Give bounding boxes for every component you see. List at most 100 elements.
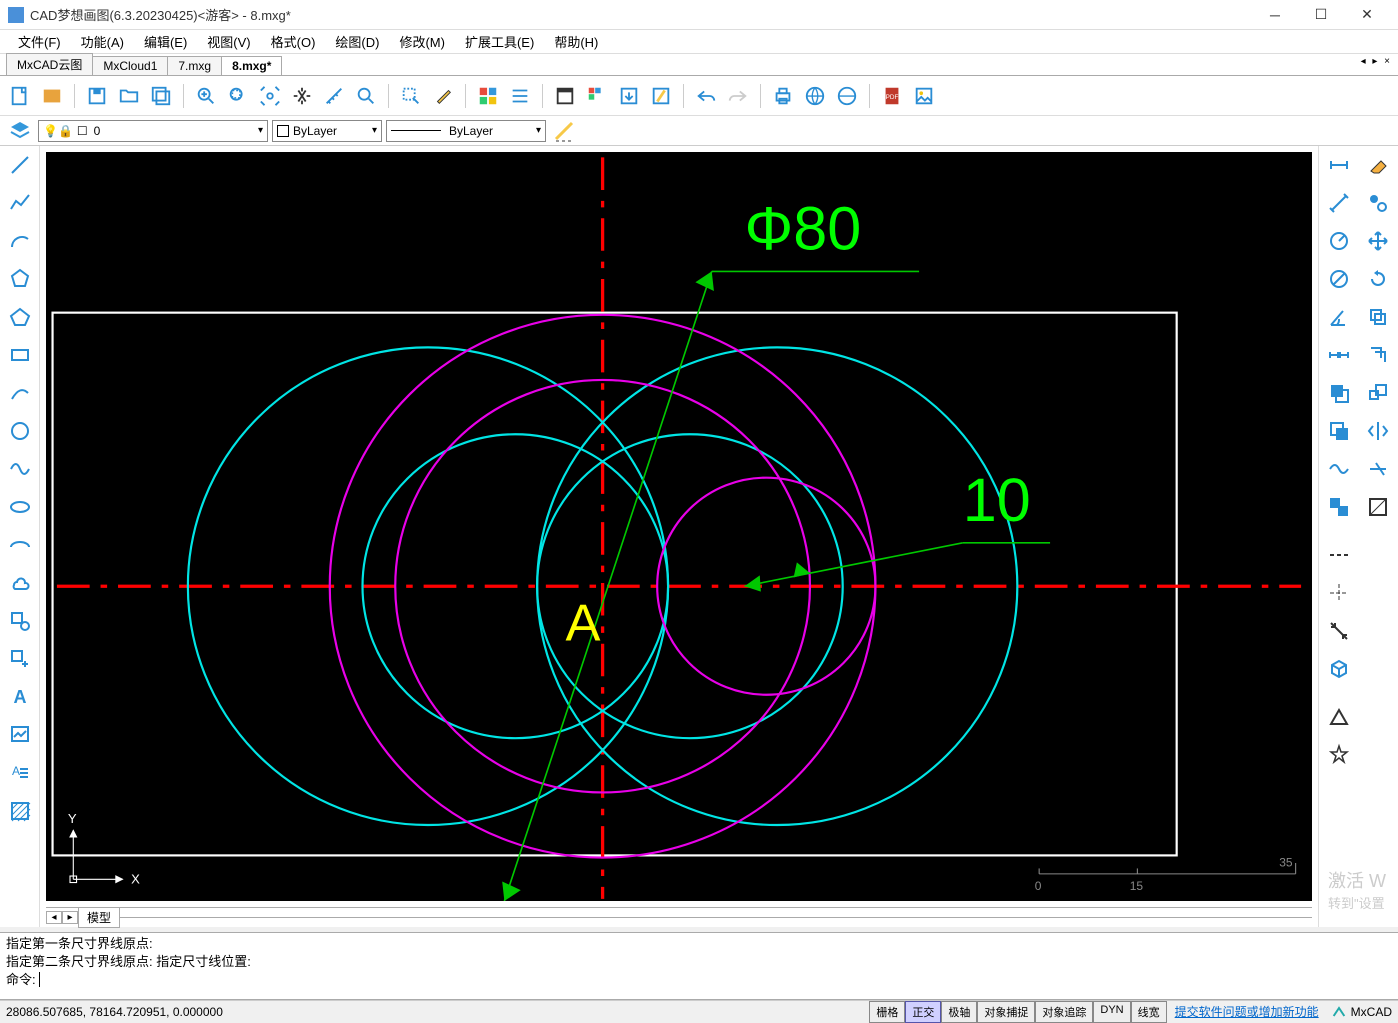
window-icon[interactable] <box>551 82 579 110</box>
mirror-icon[interactable] <box>1363 416 1393 446</box>
dim-angular-icon[interactable] <box>1324 302 1354 332</box>
undo-icon[interactable] <box>692 82 720 110</box>
model-tab[interactable]: 模型 <box>78 907 120 928</box>
model-tab-prev[interactable]: ◂ <box>46 911 62 924</box>
star-icon[interactable] <box>1324 740 1354 770</box>
triangle-icon[interactable] <box>1324 702 1354 732</box>
block-insert-icon[interactable] <box>5 606 35 636</box>
pan-icon[interactable] <box>288 82 316 110</box>
polygon-icon[interactable] <box>5 264 35 294</box>
scale-icon[interactable] <box>1363 378 1393 408</box>
open-cloud-icon[interactable] <box>38 82 66 110</box>
toggle-polar[interactable]: 极轴 <box>941 1001 977 1023</box>
offset2-icon[interactable] <box>1363 340 1393 370</box>
tab-1[interactable]: MxCloud1 <box>92 56 168 75</box>
spline-icon[interactable] <box>5 454 35 484</box>
drawing-canvas[interactable]: Φ80 10 A X Y <box>46 152 1312 901</box>
select-icon[interactable] <box>397 82 425 110</box>
toggle-otrack[interactable]: 对象追踪 <box>1035 1001 1093 1023</box>
save-icon[interactable] <box>83 82 111 110</box>
dim-linear-icon[interactable] <box>1324 150 1354 180</box>
measure-icon[interactable] <box>320 82 348 110</box>
image-attach-icon[interactable] <box>5 720 35 750</box>
trim-icon[interactable] <box>1363 454 1393 484</box>
mtext-icon[interactable]: A <box>5 758 35 788</box>
gradient-icon[interactable] <box>1363 492 1393 522</box>
circle-icon[interactable] <box>5 416 35 446</box>
pentagon-icon[interactable] <box>5 302 35 332</box>
ellipse-icon[interactable] <box>5 492 35 522</box>
tab-nav-arrows[interactable]: ◂ ▸ × <box>1361 56 1392 67</box>
menu-view[interactable]: 视图(V) <box>197 29 260 54</box>
maximize-button[interactable]: ☐ <box>1298 0 1344 30</box>
offset-icon[interactable] <box>1363 302 1393 332</box>
toggle-lwt[interactable]: 线宽 <box>1131 1001 1167 1023</box>
model-tab-next[interactable]: ▸ <box>62 911 78 924</box>
menu-edit[interactable]: 编辑(E) <box>134 29 197 54</box>
spline-arc-icon[interactable] <box>5 378 35 408</box>
tab-2[interactable]: 7.mxg <box>167 56 222 75</box>
menu-draw[interactable]: 绘图(D) <box>325 29 389 54</box>
menu-function[interactable]: 功能(A) <box>71 29 134 54</box>
dash-line-icon[interactable] <box>1324 540 1354 570</box>
zoom-extents-icon[interactable] <box>256 82 284 110</box>
menu-file[interactable]: 文件(F) <box>8 29 71 54</box>
list-icon[interactable] <box>506 82 534 110</box>
group-icon[interactable] <box>1324 492 1354 522</box>
rotate-icon[interactable] <box>1363 264 1393 294</box>
menu-help[interactable]: 帮助(H) <box>544 29 608 54</box>
close-button[interactable]: ✕ <box>1344 0 1390 30</box>
pdf-icon[interactable]: PDF <box>878 82 906 110</box>
dim-radius-icon[interactable] <box>1324 226 1354 256</box>
layer-combo[interactable]: 💡🔒☐ 0 ▾ <box>38 120 268 142</box>
zoom-window-icon[interactable] <box>224 82 252 110</box>
ellipse-arc-icon[interactable] <box>5 530 35 560</box>
cube-icon[interactable] <box>1324 654 1354 684</box>
eraser-icon[interactable] <box>1363 150 1393 180</box>
text-icon[interactable]: A <box>5 682 35 712</box>
move-icon[interactable] <box>1363 226 1393 256</box>
linetype-combo[interactable]: ByLayer ▾ <box>386 120 546 142</box>
line-icon[interactable] <box>5 150 35 180</box>
arc-icon[interactable] <box>5 226 35 256</box>
print-icon[interactable] <box>769 82 797 110</box>
toggle-grid[interactable]: 栅格 <box>869 1001 905 1023</box>
save-as-icon[interactable] <box>147 82 175 110</box>
menu-modify[interactable]: 修改(M) <box>389 29 455 54</box>
tab-3[interactable]: 8.mxg* <box>221 56 282 75</box>
feedback-link[interactable]: 提交软件问题或增加新功能 <box>1175 1003 1319 1020</box>
image-icon[interactable] <box>910 82 938 110</box>
open-folder-icon[interactable] <box>115 82 143 110</box>
toggle-osnap[interactable]: 对象捕捉 <box>977 1001 1035 1023</box>
web2-icon[interactable] <box>833 82 861 110</box>
send-back-icon[interactable] <box>1324 416 1354 446</box>
dim-continue-icon[interactable] <box>1324 340 1354 370</box>
minimize-button[interactable]: ─ <box>1252 0 1298 30</box>
copy-icon[interactable] <box>1363 188 1393 218</box>
zoom-realtime-icon[interactable] <box>352 82 380 110</box>
section-icon[interactable] <box>1324 616 1354 646</box>
dim-diameter-icon[interactable] <box>1324 264 1354 294</box>
dim-aligned-icon[interactable] <box>1324 188 1354 218</box>
centerline-icon[interactable] <box>1324 578 1354 608</box>
web-icon[interactable] <box>801 82 829 110</box>
properties-icon[interactable] <box>647 82 675 110</box>
linetype-edit-icon[interactable] <box>550 119 578 143</box>
polyline-icon[interactable] <box>5 188 35 218</box>
zoom-in-icon[interactable] <box>192 82 220 110</box>
rectangle-icon[interactable] <box>5 340 35 370</box>
command-window[interactable]: 指定第一条尺寸界线原点: 指定第二条尺寸界线原点: 指定尺寸线位置: 命令: <box>0 932 1398 1000</box>
menu-ext[interactable]: 扩展工具(E) <box>455 29 544 54</box>
highlight-icon[interactable] <box>429 82 457 110</box>
layers-icon[interactable] <box>6 119 34 143</box>
new-file-icon[interactable] <box>6 82 34 110</box>
palette-icon[interactable] <box>583 82 611 110</box>
tab-0[interactable]: MxCAD云图 <box>6 53 93 75</box>
wave-icon[interactable] <box>1324 454 1354 484</box>
bring-front-icon[interactable] <box>1324 378 1354 408</box>
toggle-ortho[interactable]: 正交 <box>905 1001 941 1023</box>
revcloud-icon[interactable] <box>5 568 35 598</box>
color-combo[interactable]: ByLayer ▾ <box>272 120 382 142</box>
hatch-icon[interactable] <box>5 796 35 826</box>
color-grid-icon[interactable] <box>474 82 502 110</box>
